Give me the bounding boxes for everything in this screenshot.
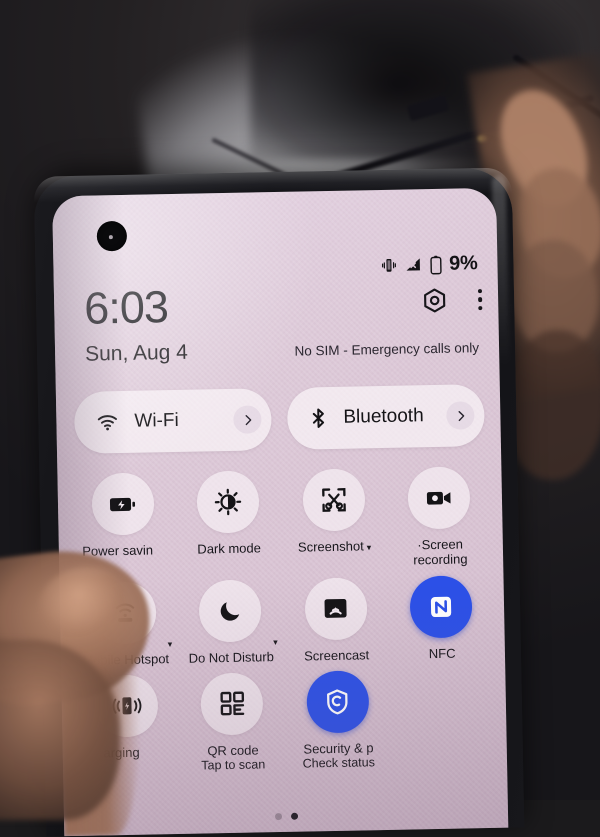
chevron-down-icon[interactable]: ▾ [273,637,278,648]
more-vertical-icon[interactable] [477,288,483,311]
cast-icon [304,576,368,641]
tile-sublabel: Tap to scan [201,757,266,773]
vibrate-icon [381,258,396,272]
tile-label: Do Not Disturb [188,648,274,666]
wifi-icon [97,415,117,431]
clock-time: 6:03 [83,281,169,334]
clock-date: Sun, Aug 4 [84,340,189,366]
tile-screencast[interactable]: Screencast [282,576,389,664]
tile-qr-code[interactable]: QR code Tap to scan [179,672,286,774]
brightness-icon [196,470,260,534]
page-dot[interactable] [274,813,282,821]
page-dot-active[interactable] [290,812,298,820]
tile-screen-recording[interactable]: ·Screen recording [386,466,493,569]
signal-off-icon [406,258,420,271]
wifi-chevron-right-icon[interactable] [233,405,262,434]
settings-gear-icon[interactable] [420,287,448,315]
tile-label-text: Screenshot [297,538,364,555]
tile-label: Screencast [304,646,370,664]
wifi-tile[interactable]: Wi-Fi [73,388,273,454]
tile-sublabel: Check status [302,755,376,771]
bluetooth-label: Bluetooth [343,405,424,428]
tile-do-not-disturb[interactable]: Do Not Disturb ▾ [177,579,284,666]
tile-screenshot[interactable]: Screenshot ▾ [280,468,387,571]
tile-label: Dark mode [197,540,262,557]
chevron-down-icon[interactable]: ▾ [367,542,372,552]
bluetooth-icon [312,408,325,428]
battery-percent-label: 9% [448,252,478,275]
nfc-icon [409,574,473,639]
bluetooth-tile[interactable]: Bluetooth [286,384,485,450]
tile-dark-mode[interactable]: Dark mode [175,470,282,573]
status-bar: 9% [380,252,478,277]
pill-toggle-row: Wi-Fi Bluetooth [73,384,485,454]
moon-icon [198,579,262,643]
next-tile-peek [470,835,509,837]
tile-label: Security & p [303,740,374,757]
battery-icon [430,255,442,274]
tile-label: ·Screen recording [413,536,468,568]
header-actions [420,286,483,315]
bluetooth-chevron-right-icon[interactable] [446,401,475,430]
carrier-status-label: No SIM - Emergency calls only [294,340,480,359]
tile-label: Screenshot ▾ [298,538,372,555]
tile-label: NFC [428,645,456,661]
qr-code-icon [200,672,264,736]
tile-security-privacy[interactable]: Security & p Check status [284,670,391,772]
tile-nfc[interactable]: NFC [388,574,495,662]
battery-saver-icon [91,472,155,536]
screenshot-scissors-icon [302,468,366,532]
wifi-label: Wi-Fi [134,409,179,432]
chevron-down-icon[interactable]: ▾ [168,639,173,650]
phone-screen: 9% 6:03 Sun, Aug 4 No SIM - Emergency ca… [52,187,509,837]
tile-label: QR code [207,742,259,759]
shield-icon [306,670,370,734]
screen-record-icon [407,466,471,530]
